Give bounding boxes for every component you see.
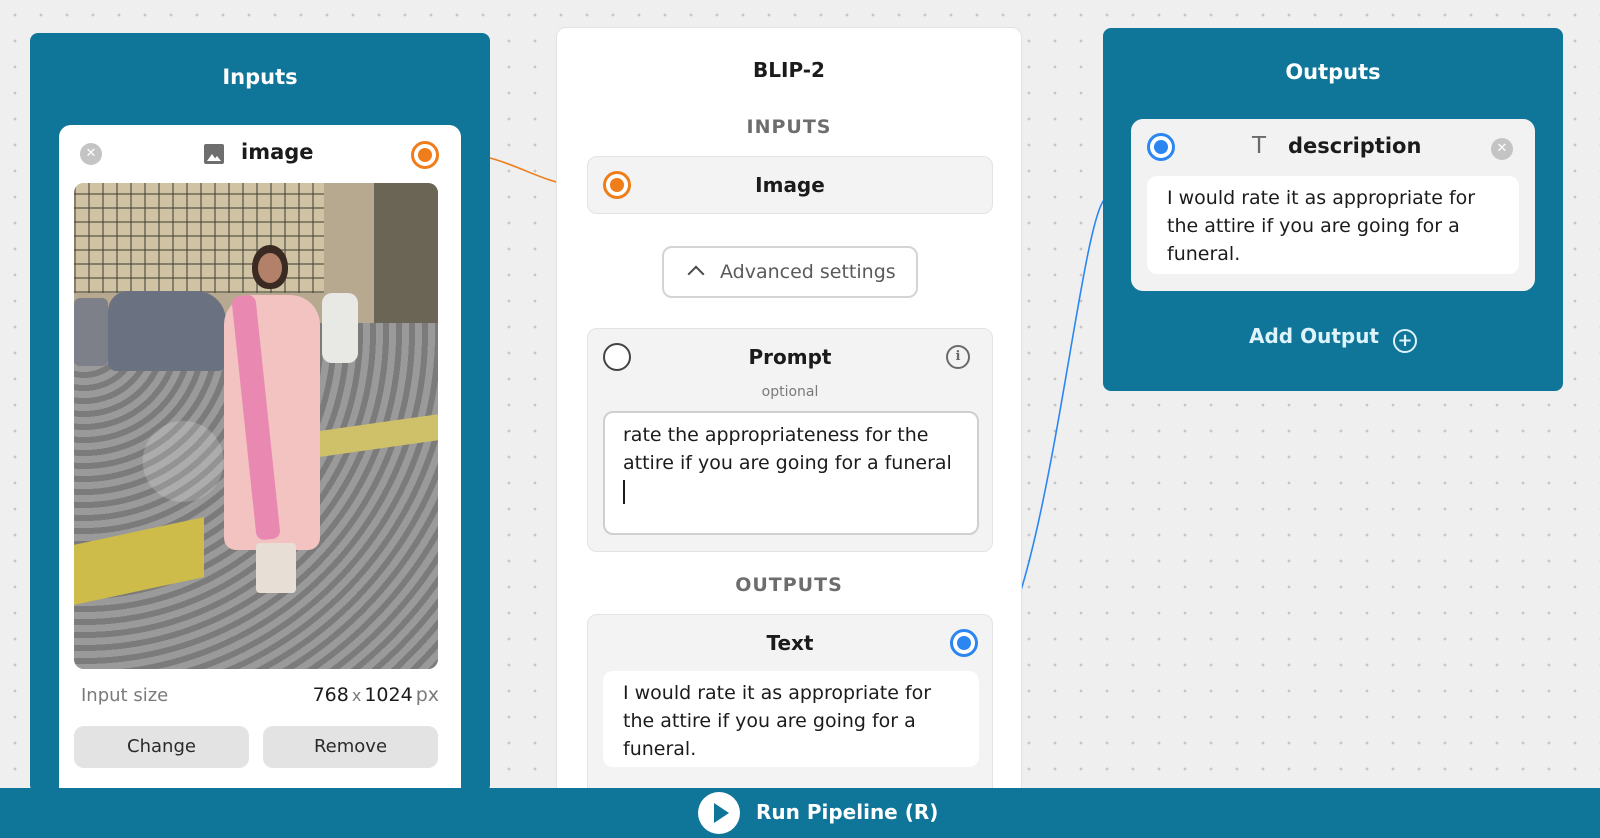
text-cursor: [623, 479, 625, 504]
description-input-port[interactable]: [1147, 133, 1175, 161]
prompt-textarea[interactable]: rate the appropriateness for the attire …: [603, 411, 979, 535]
inputs-panel: Inputs ✕ image Input size 768 x 1024 px Cha…: [30, 33, 490, 805]
input-size-value: 768 x 1024 px: [313, 684, 439, 706]
description-field-name: description: [1288, 134, 1422, 158]
outputs-panel-title: Outputs: [1285, 60, 1381, 84]
play-icon[interactable]: [698, 792, 740, 834]
remove-image-button[interactable]: Remove: [263, 726, 438, 768]
image-input-label: Image: [755, 173, 825, 197]
input-width: 768: [312, 684, 349, 706]
advanced-settings-button[interactable]: Advanced settings: [662, 246, 918, 298]
remove-output-icon[interactable]: ✕: [1491, 138, 1513, 160]
prompt-text: rate the appropriateness for the attire …: [623, 424, 952, 474]
advanced-settings-label: Advanced settings: [720, 261, 896, 283]
text-output: Text I would rate it as appropriate for …: [587, 614, 993, 814]
plus-circle-icon: +: [1393, 329, 1417, 353]
description-output-card: T description ✕ I would rate it as appro…: [1131, 119, 1535, 291]
input-image-preview: [74, 183, 438, 669]
outputs-panel: Outputs T description ✕ I would rate it …: [1103, 28, 1563, 391]
model-inputs-heading: INPUTS: [746, 116, 832, 138]
inputs-panel-title: Inputs: [222, 65, 298, 89]
input-size-label: Input size: [81, 685, 169, 706]
size-unit: px: [415, 684, 439, 706]
add-output-button[interactable]: Add Output +: [1103, 324, 1563, 353]
prompt-label: Prompt: [748, 345, 832, 369]
size-separator: x: [351, 686, 362, 705]
blip2-model-node: BLIP-2 INPUTS Image Advanced settings Pr…: [556, 27, 1022, 814]
model-outputs-heading: OUTPUTS: [735, 574, 843, 596]
remove-input-icon[interactable]: ✕: [80, 143, 102, 165]
text-type-icon: T: [1252, 133, 1267, 159]
change-image-button[interactable]: Change: [74, 726, 249, 768]
model-title: BLIP-2: [753, 58, 825, 82]
add-output-label: Add Output: [1249, 324, 1379, 348]
image-field-name: image: [241, 140, 314, 164]
prompt-input: Prompt i optional rate the appropriatene…: [587, 328, 993, 552]
image-type-icon: [204, 144, 224, 164]
text-output-label: Text: [766, 631, 814, 655]
text-output-value: I would rate it as appropriate for the a…: [603, 671, 979, 767]
text-output-port[interactable]: [950, 629, 978, 657]
info-icon[interactable]: i: [946, 345, 970, 369]
model-image-input: Image: [587, 156, 993, 214]
prompt-optional-label: optional: [761, 384, 819, 400]
input-height: 1024: [364, 684, 413, 706]
run-pipeline-bar[interactable]: Run Pipeline (R): [0, 788, 1600, 838]
image-output-port[interactable]: [411, 141, 439, 169]
description-value: I would rate it as appropriate for the a…: [1147, 176, 1519, 274]
run-pipeline-label[interactable]: Run Pipeline (R): [756, 800, 938, 824]
image-input-card: ✕ image Input size 768 x 1024 px Change Rem…: [59, 125, 461, 805]
chevron-up-icon: [687, 265, 705, 283]
